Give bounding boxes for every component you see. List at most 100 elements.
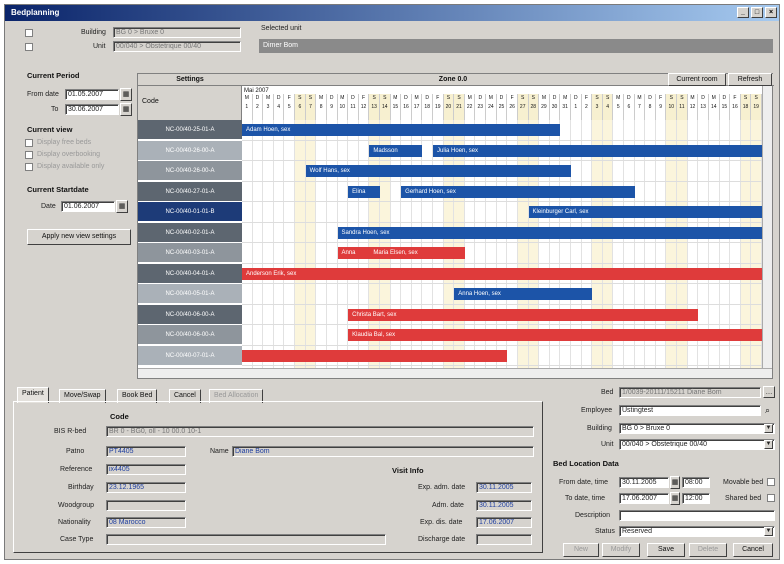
bed-select-right[interactable]: 1/0039-20111/15211 Diane Bom xyxy=(619,387,761,398)
booking-bar[interactable]: Adam Hoen, sex xyxy=(242,124,561,136)
startdate-label: Date xyxy=(41,203,56,210)
to-date-right[interactable]: 17.06.2007 xyxy=(619,493,669,504)
nationality-label: Nationality xyxy=(58,519,91,526)
building-select-right[interactable]: BG 0 > Bruxe 0 ▼ xyxy=(619,423,775,434)
booking-bar[interactable]: Anna Hoen, sex xyxy=(454,288,593,300)
booking-bar[interactable] xyxy=(242,349,508,362)
booking-bar[interactable]: Julia Hoen, sex xyxy=(433,144,762,157)
booking-bar[interactable]: Kleinburger Carl, sex xyxy=(528,206,762,218)
bed-row-label[interactable]: NC-00/40-01-01-B xyxy=(138,202,242,222)
booking-bar[interactable]: Christa Bart, sex xyxy=(348,308,699,321)
code-column-header: Code xyxy=(138,86,242,120)
building-checkbox[interactable] xyxy=(25,29,33,37)
current-room-button[interactable]: Current room xyxy=(668,73,726,86)
day-column-header: S 6 xyxy=(295,94,306,120)
patient-panel: Code BIS R-bed BR 0 - BG0, oll - 10 00.0… xyxy=(13,401,543,553)
view-option-checkbox[interactable] xyxy=(25,151,33,159)
selected-unit-label: Selected unit xyxy=(261,25,302,32)
row-labels: NC-00/40-25-01-A NC-00/40-26-00-A NC-00/40… xyxy=(138,120,242,368)
maximize-icon[interactable]: □ xyxy=(751,7,763,18)
bed-row-label[interactable]: NC-00/40-27-01-A xyxy=(138,181,242,202)
booking-bar[interactable]: Anna xyxy=(337,247,370,259)
day-column-header: D 4 xyxy=(273,94,285,120)
bed-row-label[interactable]: NC-00/40-07-01-A xyxy=(138,345,242,366)
chevron-down-icon[interactable]: ▼ xyxy=(764,424,773,433)
shared-bed-checkbox[interactable] xyxy=(767,494,775,502)
from-date-field[interactable]: 01.05.2007 xyxy=(65,89,119,100)
startdate-calendar-icon[interactable]: ▦ xyxy=(116,200,128,213)
bed-row-label[interactable]: NC-00/40-03-01-A xyxy=(138,243,242,263)
to-date-field[interactable]: 30.06.2007 xyxy=(65,104,119,115)
chevron-down-icon[interactable]: ▼ xyxy=(764,440,773,449)
delete-button[interactable]: Delete xyxy=(689,543,727,557)
bed-row-label[interactable]: NC-00/40-06-00-A xyxy=(138,325,242,345)
to-time-right[interactable]: 12:00 xyxy=(682,493,710,504)
description-field[interactable] xyxy=(619,510,775,521)
exp-adm-label: Exp. adm. date xyxy=(418,484,466,491)
apply-view-settings-button[interactable]: Apply new view settings xyxy=(27,229,131,245)
from-time-right[interactable]: 08:00 xyxy=(682,477,710,488)
bed-row-label[interactable]: NC-00/40-02-01-A xyxy=(138,222,242,243)
schedule-grid[interactable]: Adam Hoen, sex Madsson Julia Hoen, sex Wolf… xyxy=(242,120,762,368)
unit-select[interactable]: 00/040 > Obstetrique 00/40 xyxy=(113,41,241,52)
new-button[interactable]: New xyxy=(563,543,599,557)
to-date-calendar-icon[interactable]: ▦ xyxy=(120,103,132,116)
name-field: Diane Bom xyxy=(232,446,534,457)
bed-row-label[interactable]: NC-00/40-26-00-A xyxy=(138,140,242,161)
day-column-header: M 15 xyxy=(390,94,402,120)
adm-label: Adm. date xyxy=(432,502,464,509)
status-select[interactable]: Reserved ▼ xyxy=(619,526,775,537)
day-column-header: S 3 xyxy=(592,94,603,120)
booking-bar[interactable]: Gerhard Hoen, sex xyxy=(401,185,635,198)
booking-bar[interactable]: Anderson Erik, sex xyxy=(242,267,762,280)
reference-field: ix4405 xyxy=(106,464,186,475)
from-date-calendar-icon[interactable]: ▦ xyxy=(120,88,132,101)
unit-select-right[interactable]: 00/040 > Obstetrique 00/40 ▼ xyxy=(619,439,775,450)
movable-bed-checkbox[interactable] xyxy=(767,478,775,486)
building-select[interactable]: BG 0 > Bruxe 0 xyxy=(113,27,241,38)
bed-picker-icon[interactable]: … xyxy=(763,386,775,398)
chevron-down-icon[interactable]: ▼ xyxy=(764,527,773,536)
minimize-icon[interactable]: _ xyxy=(737,7,749,18)
from-date-right[interactable]: 30.11.2005 xyxy=(619,477,669,488)
settings-header[interactable]: Settings xyxy=(138,74,242,86)
cancel-button[interactable]: Cancel xyxy=(733,543,773,557)
view-option-checkbox[interactable] xyxy=(25,139,33,147)
exp-adm-field: 30.11.2005 xyxy=(476,482,532,493)
day-column-header: D 18 xyxy=(422,94,434,120)
row-divider xyxy=(242,221,762,223)
refresh-button[interactable]: Refresh xyxy=(728,73,772,86)
booking-bar[interactable]: Madsson xyxy=(369,144,423,157)
save-button[interactable]: Save xyxy=(647,543,685,557)
search-icon[interactable]: ⌕ xyxy=(765,405,770,416)
from-calendar-icon[interactable]: ▦ xyxy=(670,476,680,489)
day-column-header: M 12 xyxy=(687,94,699,120)
name-label: Name xyxy=(210,448,229,455)
day-column-header: S 4 xyxy=(602,94,614,120)
vertical-scrollbar[interactable] xyxy=(762,86,772,368)
bed-schedule: Settings Zone 0.0 Current room Refresh C… xyxy=(137,73,774,379)
bed-row-label[interactable]: NC-00/40-06-00-A xyxy=(138,304,242,325)
bedplanning-window: Bedplanning _ □ × Building BG 0 > Bruxe … xyxy=(4,4,780,560)
startdate-field[interactable]: 01.06.2007 xyxy=(61,201,115,212)
unit-checkbox[interactable] xyxy=(25,43,33,51)
booking-bar[interactable]: Klaudia Bal, sex xyxy=(348,329,762,341)
booking-bar[interactable]: Wolf Hans, sex xyxy=(305,165,571,177)
from-datetime-label: From date, time xyxy=(559,479,609,486)
view-option-checkbox[interactable] xyxy=(25,163,33,171)
bed-row-label[interactable]: NC-00/40-04-01-A xyxy=(138,263,242,284)
horizontal-scrollbar[interactable] xyxy=(138,368,772,378)
booking-bar[interactable]: Maria Elsen, sex xyxy=(369,247,465,259)
bed-row-label[interactable]: NC-00/40-05-01-A xyxy=(138,284,242,304)
row-divider xyxy=(242,365,762,366)
close-icon[interactable]: × xyxy=(765,7,777,18)
to-calendar-icon[interactable]: ▦ xyxy=(670,492,680,505)
employee-field[interactable]: Ustingtest xyxy=(619,405,761,416)
booking-bar[interactable]: Elina xyxy=(348,185,380,198)
building-value-right: BG 0 > Bruxe 0 xyxy=(622,425,671,432)
current-view-heading: Current view xyxy=(27,125,73,134)
bed-row-label[interactable]: NC-00/40-26-00-A xyxy=(138,161,242,181)
booking-bar[interactable]: Sandra Hoen, sex xyxy=(337,226,762,239)
modify-button[interactable]: Modify xyxy=(602,543,640,557)
bed-row-label[interactable]: NC-00/40-25-01-A xyxy=(138,120,242,140)
